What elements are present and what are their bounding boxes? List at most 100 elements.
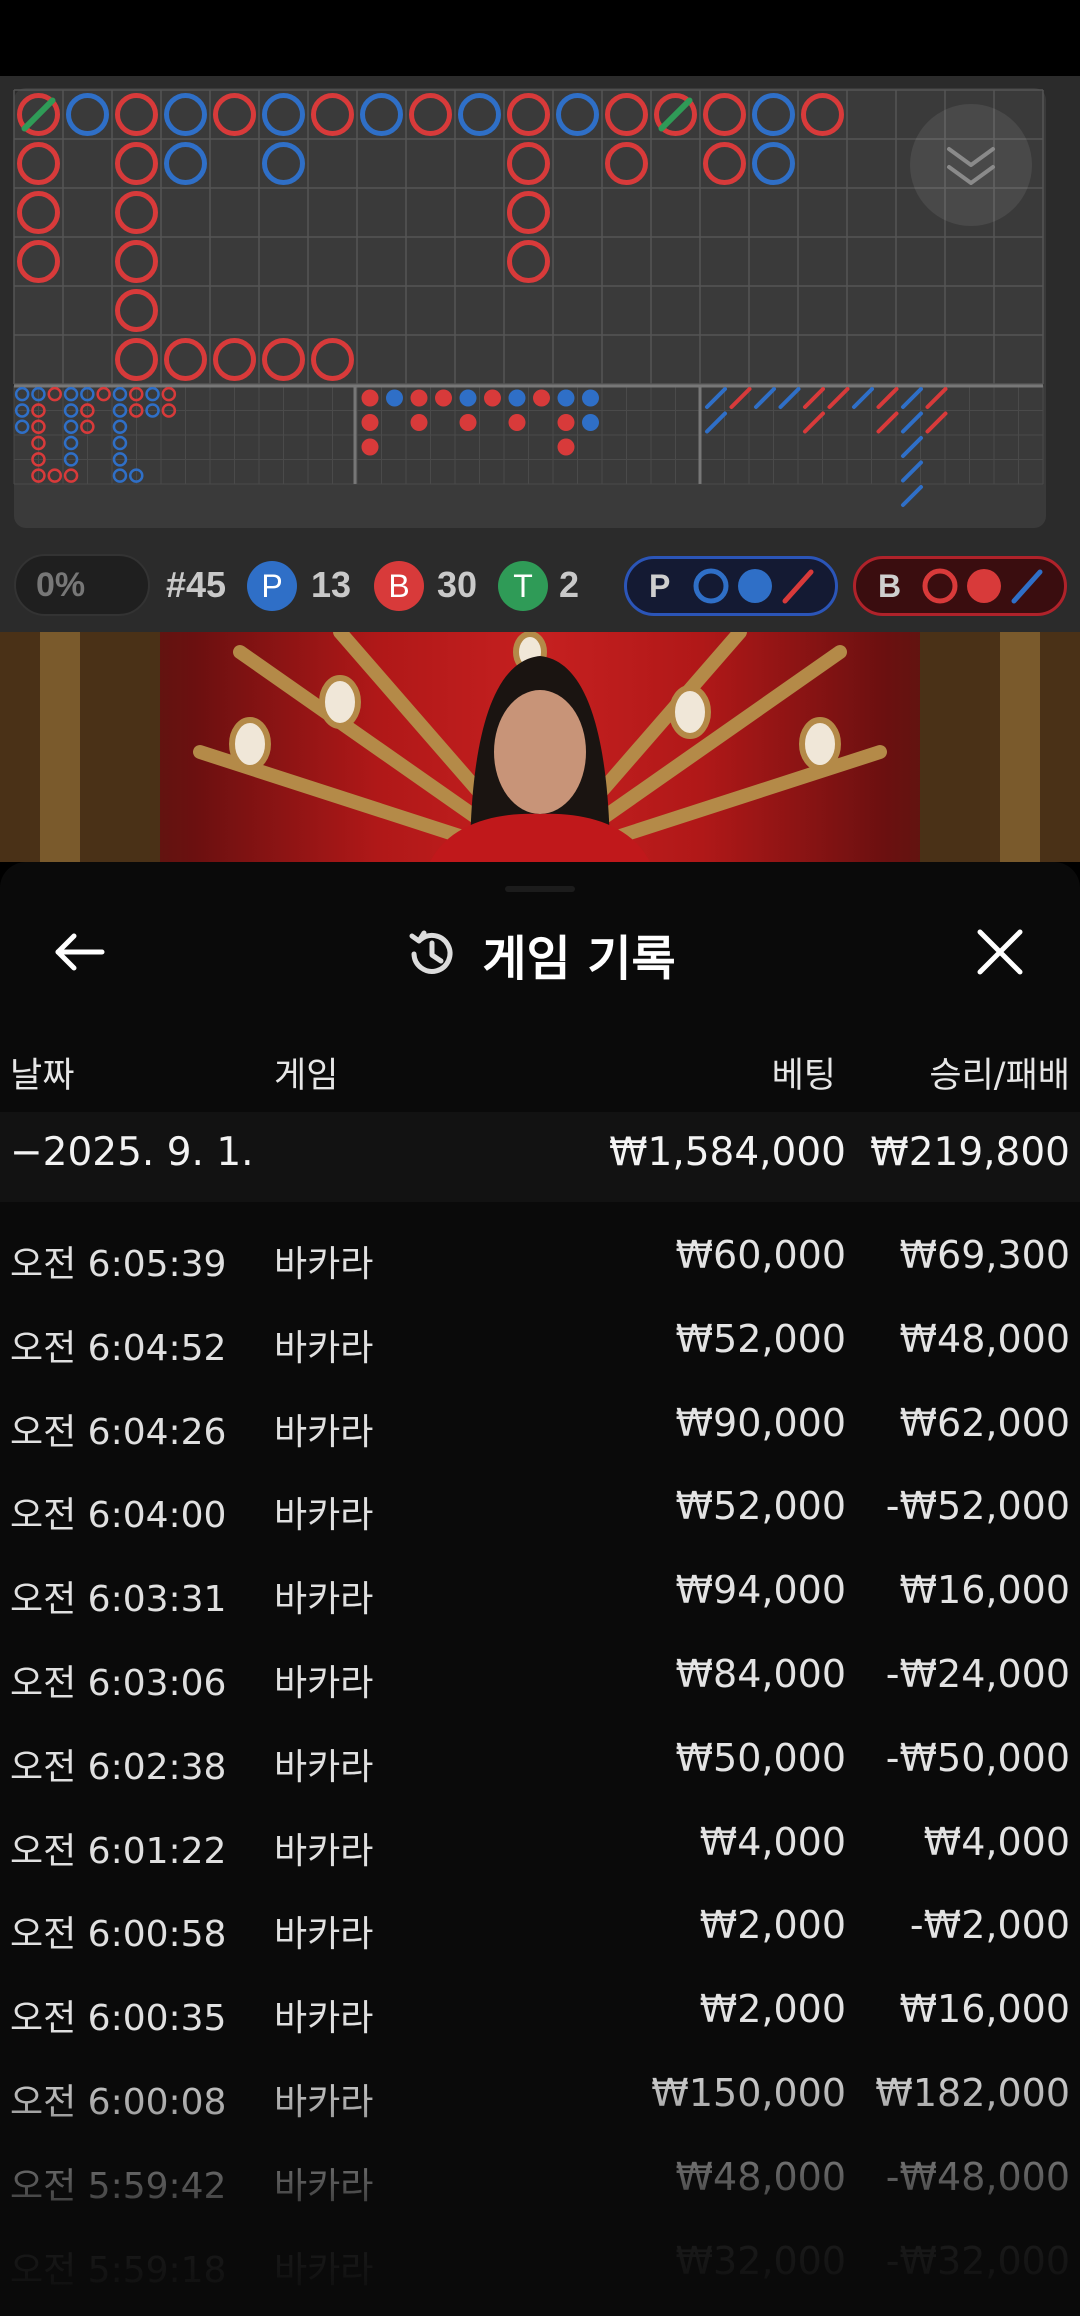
row-bet: ₩4,000 — [699, 1820, 846, 1864]
small-road-mark — [410, 414, 428, 431]
row-time: 오전 6:03:06 — [10, 1663, 227, 1704]
close-icon — [977, 929, 1023, 975]
history-row[interactable]: 오전 6:00:35 바카라 ₩2,000 ₩16,000 — [0, 1981, 1080, 2051]
live-dealer-video[interactable] — [0, 632, 1080, 862]
row-result: ₩16,000 — [899, 1987, 1070, 2031]
history-row[interactable]: 오전 6:03:31 바카라 ₩94,000 ₩16,000 — [0, 1562, 1080, 1632]
row-result: ₩62,000 — [899, 1401, 1070, 1445]
row-bet: ₩60,000 — [675, 1233, 846, 1277]
row-time: 오전 5:59:18 — [10, 2250, 227, 2291]
row-result: ₩69,300 — [899, 1233, 1070, 1277]
small-road-mark — [459, 389, 477, 407]
summary-bet: ₩1,584,000 — [608, 1130, 846, 1175]
row-game: 바카라 — [274, 1244, 374, 1285]
summary-date: −2025. 9. 1. — [10, 1130, 254, 1175]
small-road-mark — [361, 389, 379, 407]
row-result: -₩48,000 — [885, 2155, 1070, 2199]
row-result: ₩182,000 — [875, 2071, 1070, 2115]
row-time: 오전 6:04:00 — [10, 1495, 227, 1536]
row-result: ₩16,000 — [899, 1568, 1070, 1612]
player-predict-label: P — [649, 567, 671, 604]
row-game: 바카라 — [274, 2250, 374, 2291]
row-result: ₩4,000 — [923, 1820, 1070, 1864]
small-road-mark — [582, 389, 599, 407]
close-button[interactable] — [970, 922, 1030, 982]
row-bet: ₩32,000 — [675, 2239, 846, 2283]
small-road-mark — [484, 389, 501, 407]
header-result[interactable]: 승리/패배 — [840, 1047, 1070, 1098]
summary-result: ₩219,800 — [870, 1130, 1070, 1175]
predict-marks-icon — [693, 568, 814, 604]
row-time: 오전 6:00:58 — [10, 1914, 227, 1955]
row-result: -₩24,000 — [885, 1652, 1070, 1696]
history-row[interactable]: 오전 6:02:38 바카라 ₩50,000 -₩50,000 — [0, 1730, 1080, 1800]
tie-badge: T — [498, 561, 548, 611]
small-road-mark — [386, 389, 403, 407]
history-row[interactable]: 오전 6:04:26 바카라 ₩90,000 ₩62,000 — [0, 1395, 1080, 1465]
sheet-title: 게임 기록 — [482, 931, 676, 987]
player-badge: P — [247, 561, 297, 611]
row-time: 오전 6:03:31 — [10, 1579, 227, 1620]
sheet-header: 게임 기록 — [0, 914, 1080, 994]
history-row[interactable]: 오전 5:59:42 바카라 ₩48,000 -₩48,000 — [0, 2149, 1080, 2219]
banker-badge: B — [374, 561, 424, 611]
chevrons-down-icon — [947, 147, 995, 185]
row-time: 오전 6:04:26 — [10, 1412, 227, 1453]
row-bet: ₩84,000 — [675, 1652, 846, 1696]
history-row[interactable]: 오전 6:04:52 바카라 ₩52,000 ₩48,000 — [0, 1311, 1080, 1381]
stats-bar: 0% #45 P 13 B 30 T 2 P B — [0, 536, 1080, 632]
history-row[interactable]: 오전 5:59:18 바카라 ₩32,000 -₩32,000 — [0, 2233, 1080, 2303]
history-row[interactable]: 오전 6:03:06 바카라 ₩84,000 -₩24,000 — [0, 1646, 1080, 1716]
small-road-mark — [435, 389, 452, 407]
row-time: 오전 6:02:38 — [10, 1747, 227, 1788]
banker-predict-button[interactable]: B — [853, 556, 1067, 616]
row-result: -₩2,000 — [909, 1903, 1070, 1947]
banker-count: 30 — [437, 564, 478, 605]
small-road-mark — [533, 389, 550, 407]
history-row[interactable]: 오전 6:00:08 바카라 ₩150,000 ₩182,000 — [0, 2065, 1080, 2135]
row-game: 바카라 — [274, 1412, 374, 1453]
predict-marks-icon — [922, 568, 1043, 604]
small-road-mark — [557, 414, 575, 431]
expand-road-button[interactable] — [910, 104, 1032, 226]
small-road-mark — [410, 389, 428, 407]
player-predict-button[interactable]: P — [624, 556, 838, 616]
row-game: 바카라 — [274, 1579, 374, 1620]
history-row[interactable]: 오전 6:04:00 바카라 ₩52,000 -₩52,000 — [0, 1478, 1080, 1548]
sheet-drag-handle[interactable] — [505, 886, 575, 892]
row-game: 바카라 — [274, 1663, 374, 1704]
row-time: 오전 6:01:22 — [10, 1831, 227, 1872]
tie-count: 2 — [559, 564, 580, 605]
small-road-mark — [582, 414, 599, 431]
header-game[interactable]: 게임 — [274, 1047, 338, 1098]
row-bet: ₩2,000 — [699, 1903, 846, 1947]
row-bet: ₩52,000 — [675, 1484, 846, 1528]
row-game: 바카라 — [274, 2082, 374, 2123]
small-road-mark — [557, 389, 575, 407]
row-result: -₩50,000 — [885, 1736, 1070, 1780]
small-road-mark — [557, 438, 575, 456]
row-time: 오전 6:05:39 — [10, 1244, 227, 1285]
small-road-mark — [508, 389, 526, 407]
game-history-sheet: 게임 기록 날짜 게임 베팅 승리/패배 −2025. 9. 1. ₩1,584… — [0, 862, 1080, 2316]
row-result: -₩52,000 — [885, 1484, 1070, 1528]
row-game: 바카라 — [274, 1328, 374, 1369]
header-bet[interactable]: 베팅 — [600, 1047, 836, 1098]
history-row[interactable]: 오전 6:01:22 바카라 ₩4,000 ₩4,000 — [0, 1814, 1080, 1884]
player-count: 13 — [311, 564, 352, 605]
header-date[interactable]: 날짜 — [10, 1047, 74, 1098]
row-result: -₩32,000 — [885, 2239, 1070, 2283]
row-game: 바카라 — [274, 1831, 374, 1872]
row-bet: ₩90,000 — [675, 1401, 846, 1445]
history-icon — [409, 930, 453, 974]
row-bet: ₩94,000 — [675, 1568, 846, 1612]
row-game: 바카라 — [274, 2166, 374, 2207]
history-row[interactable]: 오전 6:00:58 바카라 ₩2,000 -₩2,000 — [0, 1897, 1080, 1967]
row-bet: ₩52,000 — [675, 1317, 846, 1361]
row-bet: ₩48,000 — [675, 2155, 846, 2199]
row-time: 오전 6:00:35 — [10, 1998, 227, 2039]
banker-predict-label: B — [878, 567, 902, 604]
history-row[interactable]: 오전 6:05:39 바카라 ₩60,000 ₩69,300 — [0, 1227, 1080, 1297]
scoreboard: 0% #45 P 13 B 30 T 2 P B — [0, 76, 1080, 632]
dealer-scene-image — [0, 632, 1080, 862]
